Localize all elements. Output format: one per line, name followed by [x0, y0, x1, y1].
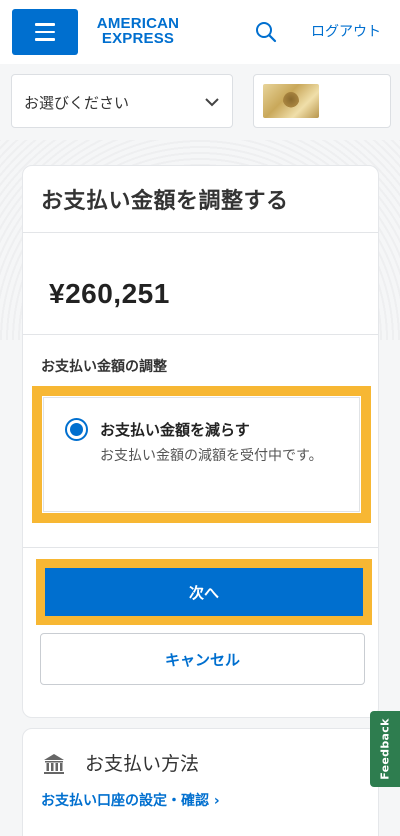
- next-button-label: 次へ: [188, 583, 219, 602]
- reduce-amount-option[interactable]: お支払い金額を減らす お支払い金額の減額を受付中です。: [32, 386, 371, 523]
- payment-account-link[interactable]: お支払い口座の設定・確認 ›: [41, 790, 220, 810]
- account-select-value: お選びください: [24, 94, 130, 112]
- menu-icon: [35, 23, 55, 26]
- feedback-tab[interactable]: Feedback: [370, 711, 400, 787]
- chevron-down-icon: [205, 98, 219, 107]
- section-label: お支払い金額の調整: [41, 359, 167, 375]
- account-selector-row: お選びください: [0, 64, 400, 140]
- bank-icon: [44, 754, 64, 774]
- page-title: お支払い金額を調整する: [41, 189, 289, 214]
- divider: [23, 232, 378, 233]
- feedback-label: Feedback: [378, 718, 392, 780]
- centurion-icon: [283, 92, 299, 110]
- divider: [23, 547, 378, 548]
- gold-card-image: [263, 84, 319, 118]
- payment-method-card: お支払い方法 お支払い口座の設定・確認 ›: [22, 728, 379, 836]
- card-selector[interactable]: [253, 74, 391, 128]
- logo-line-2: EXPRESS: [101, 30, 175, 47]
- logout-link[interactable]: ログアウト: [311, 22, 381, 42]
- menu-button[interactable]: [12, 9, 78, 55]
- option-description: お支払い金額の減額を受付中です。: [100, 448, 323, 464]
- divider: [23, 334, 378, 335]
- logo-line-1: AMERICAN: [96, 15, 180, 32]
- payment-amount: ¥260,251: [49, 278, 170, 309]
- cancel-button[interactable]: キャンセル: [40, 633, 365, 685]
- amex-logo[interactable]: AMERICAN EXPRESS: [89, 16, 187, 46]
- top-header: AMERICAN EXPRESS ログアウト: [0, 0, 400, 64]
- account-select[interactable]: お選びください: [11, 74, 233, 128]
- next-button[interactable]: 次へ: [36, 559, 372, 625]
- search-icon[interactable]: [254, 20, 278, 44]
- option-title: お支払い金額を減らす: [100, 421, 250, 439]
- reduce-amount-radio[interactable]: [65, 418, 88, 441]
- adjust-payment-card: お支払い金額を調整する ¥260,251 お支払い金額の調整 お支払い金額を減ら…: [22, 165, 379, 718]
- payment-method-title: お支払い方法: [85, 753, 200, 775]
